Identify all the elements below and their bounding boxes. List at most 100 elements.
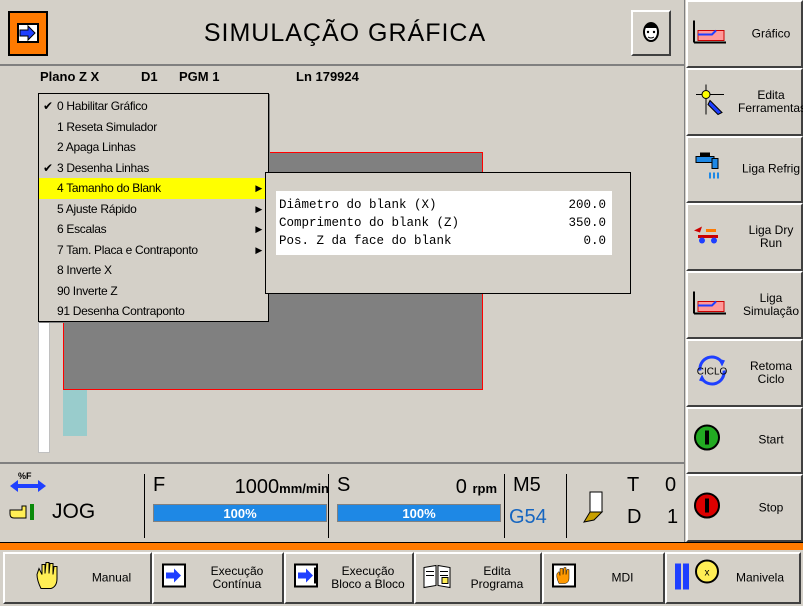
feed-override-icon: %F [8, 468, 48, 494]
checkmark-icon: ✔ [43, 99, 53, 113]
right-softkey-column: Gráfico Edita Ferramentas Liga Refrig Liga … [684, 0, 803, 542]
softkey-label: Retoma Ciclo [749, 358, 793, 386]
menu-item-label: 4 Tamanho do Blank [57, 181, 161, 195]
softkey-label: Stop [758, 500, 784, 515]
jog-hand-icon [8, 500, 38, 524]
page-title: SIMULAÇÃO GRÁFICA [203, 19, 487, 47]
s-label: S [337, 474, 351, 496]
t-label: T [627, 474, 640, 496]
start-icon [692, 423, 722, 458]
svg-text:x: x [705, 568, 710, 579]
softkey-dry-run[interactable]: Liga Dry Run [686, 203, 803, 271]
menu-item[interactable]: 90 Inverte Z [39, 281, 268, 302]
menu-item-label: 8 Inverte X [57, 263, 112, 277]
menu-item[interactable]: 6 Escalas ▶ [39, 219, 268, 240]
graphics-menu: ✔ 0 Habilitar Gráfico 1 Reseta Simulador 2 … [38, 93, 269, 322]
continuous-exec-icon [160, 562, 188, 595]
menu-item-label: 3 Desenha Linhas [57, 160, 149, 175]
menu-item-label: 1 Reseta Simulador [57, 119, 157, 134]
menu-item[interactable]: 91 Desenha Contraponto [39, 301, 268, 322]
codes-panel: M5 G54 [504, 474, 566, 538]
svg-text:CICLO: CICLO [697, 366, 728, 377]
blank-field-row[interactable]: Diâmetro do blank (X) 200.0 [276, 196, 612, 214]
feed-panel: F 1000mm/min 100% [144, 474, 329, 538]
simulation-icon [692, 289, 728, 320]
softkey-block-exec[interactable]: Execução Bloco a Bloco [284, 552, 414, 604]
f-label: F [153, 474, 166, 496]
tool-holder-icon [582, 491, 604, 523]
s-value: 0 [455, 476, 467, 498]
help-person-icon [643, 22, 659, 42]
blank-field-value[interactable]: 200.0 [568, 196, 606, 214]
plane-label: Plano Z X [40, 69, 100, 84]
d-value: 1 [667, 506, 679, 528]
softkey-tool-edit[interactable]: Edita Ferramentas [686, 67, 803, 136]
s-unit: rpm [472, 481, 497, 496]
softkey-coolant[interactable]: Liga Refrig [686, 135, 803, 204]
softkey-continuous-exec[interactable]: Execução Contínua [152, 552, 284, 604]
blank-field-label: Comprimento do blank (Z) [279, 216, 460, 230]
softkey-handwheel[interactable]: x Manivela [665, 552, 801, 604]
s-override-bar: 100% [337, 504, 501, 522]
softkey-graphic[interactable]: Gráfico [686, 0, 803, 68]
submenu-arrow-icon: ▶ [255, 244, 262, 255]
softkey-label: Manivela [735, 570, 785, 585]
help-button[interactable] [631, 10, 671, 56]
menu-item-label: 91 Desenha Contraponto [57, 304, 185, 318]
softkey-edit-program[interactable]: Edita Programa [414, 552, 542, 604]
checkmark-icon: ✔ [43, 160, 53, 175]
menu-item[interactable]: ✔ 3 Desenha Linhas [39, 158, 268, 179]
softkey-simulation[interactable]: Liga Simulação [686, 271, 803, 339]
blank-field-value[interactable]: 0.0 [583, 232, 606, 250]
block-exec-icon [292, 562, 320, 595]
s-override-text: 100% [402, 506, 436, 521]
softkey-label: Execução Bloco a Bloco [331, 564, 405, 591]
softkey-label: Manual [91, 570, 132, 585]
blank-field-row[interactable]: Comprimento do blank (Z) 350.0 [276, 214, 612, 232]
submenu-arrow-icon: ▶ [255, 224, 262, 234]
softkey-label: Start [758, 432, 784, 447]
blank-field-label: Diâmetro do blank (X) [279, 198, 437, 212]
dry-run-icon [692, 223, 724, 252]
menu-item[interactable]: 8 Inverte X [39, 260, 268, 281]
s-value-group: 0 rpm [389, 476, 497, 499]
softkey-separator [0, 542, 803, 550]
softkey-start[interactable]: Start [686, 406, 803, 475]
menu-item-label: 7 Tam. Placa e Contraponto [57, 242, 198, 257]
menu-item[interactable]: 4 Tamanho do Blank ▶ [39, 178, 268, 199]
blank-field-label: Pos. Z da face do blank [279, 234, 452, 248]
menu-item[interactable]: 7 Tam. Placa e Contraponto ▶ [39, 240, 268, 261]
info-line: Plano Z X D1 PGM 1 Ln 179924 [40, 69, 440, 87]
menu-button[interactable] [8, 11, 48, 56]
softkey-hand[interactable]: Manual [3, 552, 152, 604]
menu-item-label: 6 Escalas [57, 222, 107, 236]
hand-icon [33, 561, 61, 596]
blank-field-row[interactable]: Pos. Z da face do blank 0.0 [276, 232, 612, 250]
submenu-arrow-icon: ▶ [255, 203, 262, 214]
f-override-bar: 100% [153, 504, 327, 522]
tool-edit-icon [692, 82, 728, 121]
softkey-stop[interactable]: Stop [686, 474, 803, 542]
mdi-icon [550, 562, 578, 595]
graphic-icon [692, 18, 728, 49]
blank-field-value[interactable]: 350.0 [568, 214, 606, 232]
g-code: G54 [509, 506, 547, 528]
softkey-label: MDI [611, 570, 634, 585]
softkey-mdi[interactable]: MDI [542, 552, 665, 604]
softkey-label: Execução Contínua [210, 564, 264, 591]
f-override-text: 100% [223, 506, 257, 521]
coolant-icon [692, 151, 724, 188]
menu-item[interactable]: ✔ 0 Habilitar Gráfico [39, 96, 268, 117]
f-unit: mm/min [279, 481, 329, 496]
edit-program-icon [422, 562, 454, 595]
softkey-cycle[interactable]: CICLO Retoma Ciclo [686, 338, 803, 407]
submenu-arrow-icon: ▶ [255, 183, 262, 193]
menu-item-label: 0 Habilitar Gráfico [57, 99, 148, 113]
menu-item[interactable]: 2 Apaga Linhas [39, 137, 268, 158]
tool-panel: T 0 D 1 [566, 474, 680, 538]
program-label: PGM 1 [179, 69, 220, 84]
t-value: 0 [665, 474, 677, 496]
menu-item[interactable]: 5 Ajuste Rápido ▶ [39, 199, 268, 220]
menu-item[interactable]: 1 Reseta Simulador [39, 117, 268, 138]
menu-item-label: 2 Apaga Linhas [57, 140, 136, 154]
